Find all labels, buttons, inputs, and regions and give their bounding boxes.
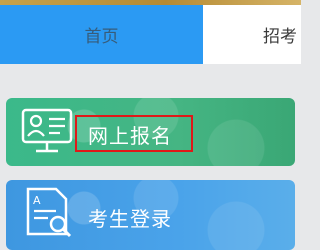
document-search-icon: A [26, 187, 72, 238]
svg-text:A: A [33, 194, 41, 207]
tab-recruitment[interactable]: 招考 [203, 5, 301, 64]
candidate-login-label: 考生登录 [88, 207, 172, 231]
tab-recruitment-label: 招考 [263, 27, 297, 47]
tab-home-label: 首页 [84, 27, 119, 47]
computer-user-icon [21, 108, 73, 153]
tab-bar: 首页 招考 [0, 5, 301, 64]
highlight-box [75, 115, 193, 152]
tab-home[interactable]: 首页 [0, 5, 203, 64]
